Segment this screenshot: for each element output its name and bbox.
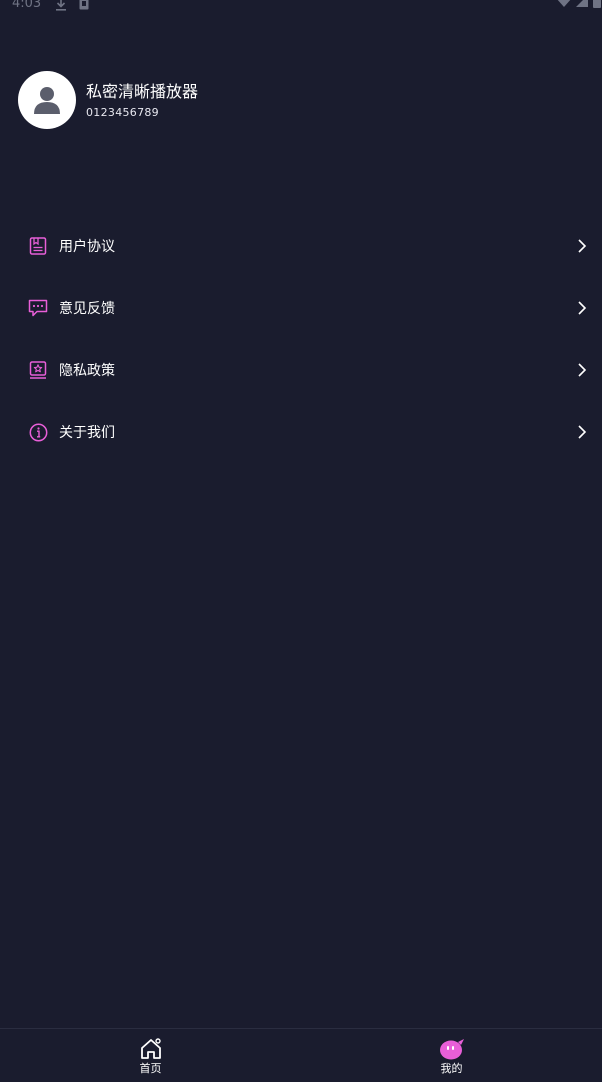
download-icon bbox=[56, 0, 67, 11]
info-icon bbox=[28, 422, 48, 442]
nav-tab-mine[interactable]: 我的 bbox=[301, 1029, 602, 1082]
menu-item-user-agreement[interactable]: 用户协议 bbox=[0, 215, 602, 277]
menu-item-about-us[interactable]: 关于我们 bbox=[0, 401, 602, 463]
wifi-icon bbox=[557, 0, 571, 7]
profile-name: 私密清晰播放器 bbox=[86, 81, 199, 101]
profile-id: 0123456789 bbox=[86, 105, 159, 119]
nav-label-home: 首页 bbox=[139, 1062, 162, 1075]
menu-item-label: 用户协议 bbox=[59, 239, 115, 255]
menu-item-label: 隐私政策 bbox=[59, 363, 115, 379]
book-icon bbox=[28, 236, 48, 256]
bottom-nav: 首页 我的 bbox=[0, 1028, 602, 1082]
avatar[interactable] bbox=[18, 71, 76, 129]
home-icon bbox=[140, 1038, 161, 1059]
menu-item-privacy-policy[interactable]: 隐私政策 bbox=[0, 339, 602, 401]
chevron-right-icon bbox=[578, 425, 587, 439]
signal-icon bbox=[576, 0, 588, 7]
sim-icon bbox=[79, 0, 89, 10]
menu-item-label: 意见反馈 bbox=[59, 301, 115, 317]
privacy-icon bbox=[28, 360, 48, 380]
profile-face-icon bbox=[439, 1039, 464, 1060]
user-avatar-icon bbox=[34, 87, 60, 114]
feedback-icon bbox=[28, 298, 48, 318]
chevron-right-icon bbox=[578, 239, 587, 253]
screen: 4:03 私密清晰播放器 0123456789 用户协议 意见反馈 隐私政策 关… bbox=[0, 0, 602, 1082]
status-time: 4:03 bbox=[12, 0, 42, 11]
chevron-right-icon bbox=[578, 363, 587, 377]
profile-header[interactable]: 私密清晰播放器 0123456789 bbox=[18, 71, 198, 129]
settings-menu: 用户协议 意见反馈 隐私政策 关于我们 bbox=[0, 215, 602, 463]
status-bar: 4:03 bbox=[0, 0, 602, 14]
chevron-right-icon bbox=[578, 301, 587, 315]
nav-label-mine: 我的 bbox=[440, 1062, 463, 1075]
battery-icon bbox=[593, 0, 601, 8]
menu-item-feedback[interactable]: 意见反馈 bbox=[0, 277, 602, 339]
menu-item-label: 关于我们 bbox=[59, 425, 115, 441]
nav-tab-home[interactable]: 首页 bbox=[0, 1029, 301, 1082]
